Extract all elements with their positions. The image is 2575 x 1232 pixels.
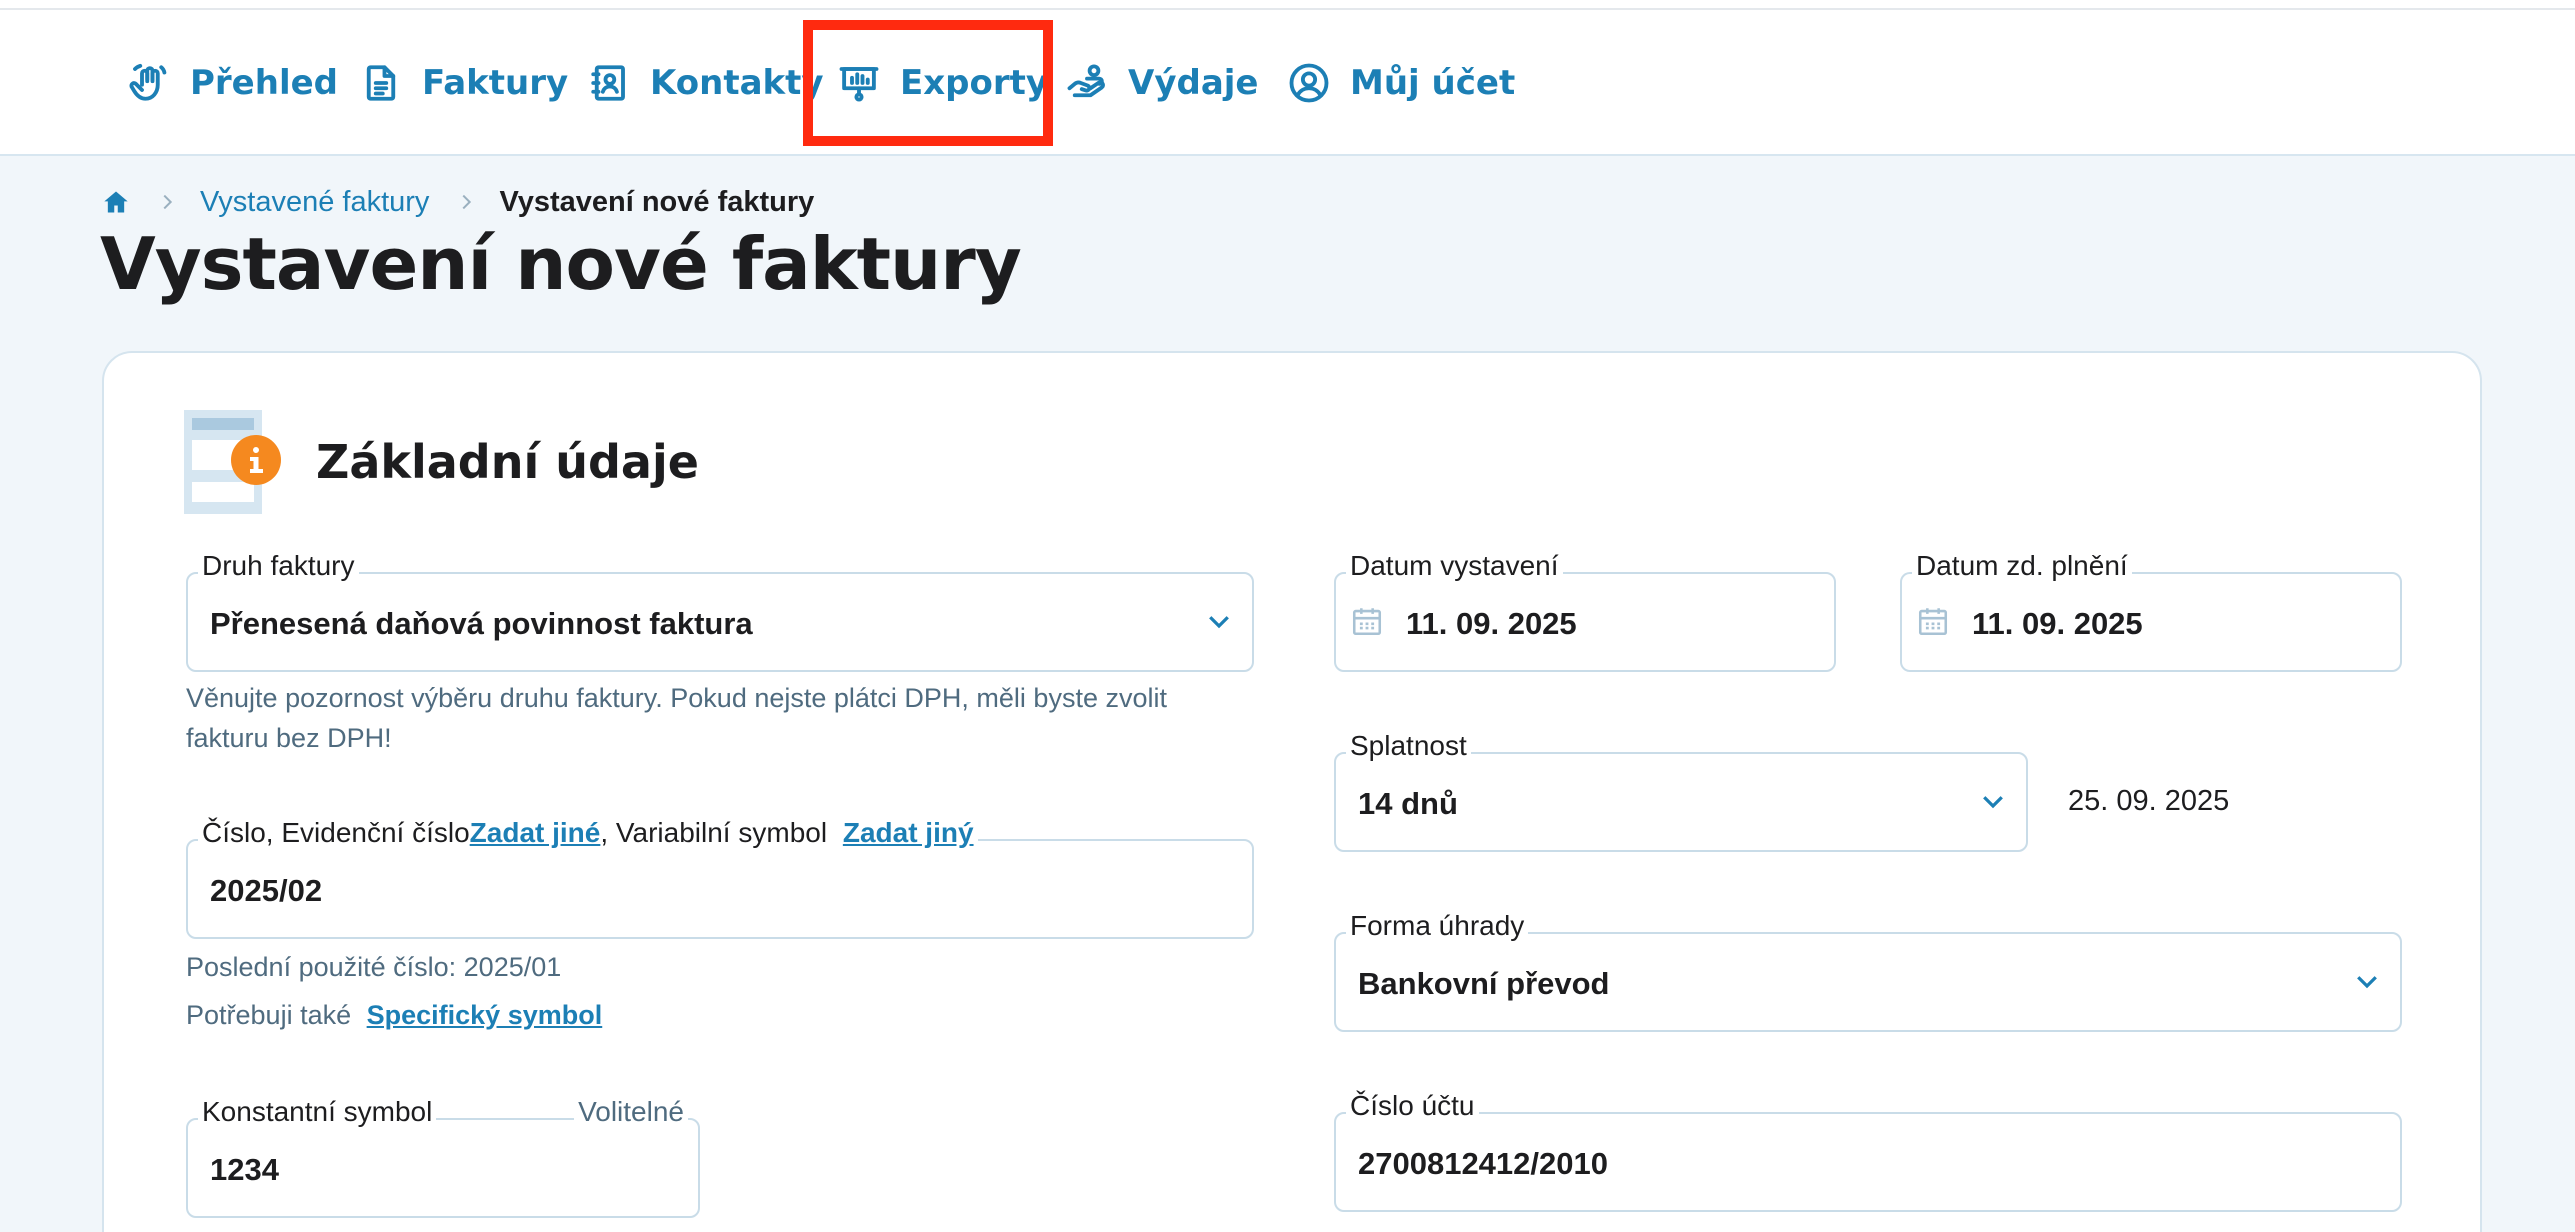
hand-coins-icon <box>1067 64 1105 98</box>
user-circle-icon <box>1289 63 1329 103</box>
breadcrumb: Vystavené faktury Vystavení nové faktury <box>102 183 814 221</box>
nav-label: Můj účet <box>1350 63 1516 103</box>
breadcrumb-link-issued-invoices[interactable]: Vystavené faktury <box>200 186 429 219</box>
field-label: Konstantní symbol <box>198 1094 437 1130</box>
field-value: 11. 09. 2025 <box>1972 606 2143 641</box>
tax-date-field[interactable]: Datum zd. plnění 11. 09. 2025 <box>1900 548 2402 672</box>
invoice-type-help: Věnujte pozornost výběru druhu faktury. … <box>186 683 1167 753</box>
chevron-down-icon[interactable] <box>1978 786 2008 816</box>
chevron-right-icon <box>163 194 173 210</box>
field-label: Splatnost <box>1346 728 1471 764</box>
contact-card-icon <box>591 65 625 101</box>
due-date-text: 25. 09. 2025 <box>2068 785 2230 817</box>
last-used-number: Poslední použité číslo: 2025/01 <box>186 952 562 982</box>
wave-hand-icon <box>129 63 167 101</box>
nav-item-vydaje[interactable]: Výdaje <box>1066 10 1258 156</box>
nav-label: Kontakty <box>650 63 824 103</box>
issue-date-field[interactable]: Datum vystavení 11. 09. 2025 <box>1334 548 1836 672</box>
field-value: 1234 <box>210 1152 279 1187</box>
constant-symbol-field[interactable]: Konstantní symbol Volitelné 1234 <box>186 1094 700 1218</box>
label-text: Číslo, Evidenční číslo <box>202 817 470 848</box>
field-value: 11. 09. 2025 <box>1406 606 1577 641</box>
invoice-number-field[interactable]: Číslo, Evidenční čísloZadat jiné, Variab… <box>186 815 1254 939</box>
top-edge <box>0 0 2575 10</box>
field-value: 2025/02 <box>210 873 323 908</box>
breadcrumb-current: Vystavení nové faktury <box>499 185 815 218</box>
nav-item-prehled[interactable]: Přehled <box>128 10 338 156</box>
nav-item-exporty[interactable]: Exporty <box>838 10 1048 156</box>
field-value: Přenesená daňová povinnost faktura <box>210 606 753 641</box>
home-icon[interactable] <box>102 188 130 216</box>
nav-label: Exporty <box>900 63 1049 103</box>
calendar-icon[interactable] <box>1916 604 1950 638</box>
optional-label: Volitelné <box>574 1094 688 1130</box>
field-value: Bankovní převod <box>1358 966 1610 1001</box>
field-label: Forma úhrady <box>1346 908 1529 944</box>
section-title: Základní údaje <box>316 435 699 489</box>
info-document-icon <box>184 410 281 514</box>
field-label: Datum zd. plnění <box>1912 548 2132 584</box>
need-also-row: Potřebuji také Specifický symbol <box>186 995 602 1035</box>
enter-other-vs-link[interactable]: Zadat jiný <box>843 817 974 848</box>
due-select[interactable]: Splatnost 14 dnů <box>1334 728 2028 852</box>
invoice-type-select[interactable]: Druh faktury Přenesená daňová povinnost … <box>186 548 1254 672</box>
nav-label: Výdaje <box>1128 63 1259 103</box>
field-label: Číslo, Evidenční čísloZadat jiné, Variab… <box>198 815 978 851</box>
section-header: Základní údaje <box>184 410 699 514</box>
nav-label: Faktury <box>422 63 569 103</box>
page-title: Vystavení nové faktury <box>100 222 1022 306</box>
nav-item-kontakty[interactable]: Kontakty <box>588 10 824 156</box>
document-icon <box>366 65 396 101</box>
calendar-icon[interactable] <box>1350 604 1384 638</box>
basic-info-card: Základní údaje Druh faktury Přenesená da… <box>102 351 2482 1232</box>
field-value: 2700812412/2010 <box>1358 1146 1608 1181</box>
input-box[interactable] <box>186 839 1254 939</box>
nav-item-muj-ucet[interactable]: Můj účet <box>1288 10 1515 156</box>
chevron-right-icon <box>462 194 472 210</box>
payment-method-select[interactable]: Forma úhrady Bankovní převod <box>1334 908 2402 1032</box>
specific-symbol-link[interactable]: Specifický symbol <box>367 1000 603 1030</box>
field-label: Číslo účtu <box>1346 1088 1479 1124</box>
chevron-down-icon[interactable] <box>1204 606 1234 636</box>
field-label: Datum vystavení <box>1346 548 1563 584</box>
field-label: Druh faktury <box>198 548 359 584</box>
main-nav: Přehled Faktury Kontakty Exporty Výdaje … <box>0 10 2575 156</box>
nav-label: Přehled <box>190 63 339 103</box>
account-number-field[interactable]: Číslo účtu 2700812412/2010 <box>1334 1088 2402 1212</box>
presentation-chart-icon <box>839 67 879 102</box>
field-value: 14 dnů <box>1358 786 1458 821</box>
chevron-down-icon[interactable] <box>2352 966 2382 996</box>
enter-other-number-link[interactable]: Zadat jiné <box>470 817 601 848</box>
nav-item-faktury[interactable]: Faktury <box>360 10 568 156</box>
need-also-text: Potřebuji také <box>186 1000 352 1030</box>
label-text: , Variabilní symbol <box>600 817 828 848</box>
